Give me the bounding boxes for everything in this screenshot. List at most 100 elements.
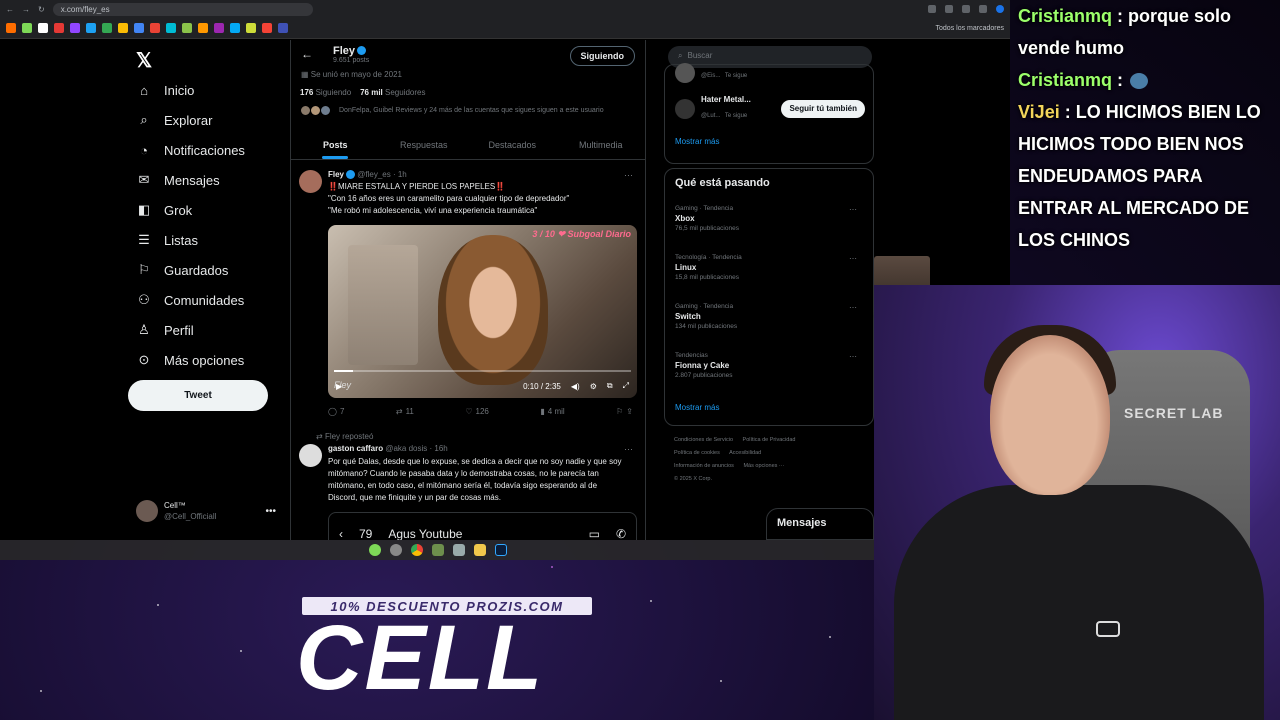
bookmark-icon[interactable] <box>150 23 160 33</box>
share-icon[interactable]: ⇪ <box>626 407 633 416</box>
profile-icon[interactable] <box>996 5 1004 13</box>
repost-button[interactable]: ⇄ 11 <box>396 407 414 416</box>
show-more-link[interactable]: Mostrar más <box>675 403 719 412</box>
sidebar-item-grok[interactable]: ◧ Grok <box>136 202 192 218</box>
follow-back-button[interactable]: Seguir tú también <box>781 99 865 118</box>
sidebar-item-notificaciones[interactable]: ◔ Notificaciones <box>136 142 245 158</box>
messages-drawer[interactable]: Mensajes <box>766 508 874 540</box>
fullscreen-icon[interactable]: ⤢ <box>623 381 629 391</box>
bookmark-icon[interactable] <box>70 23 80 33</box>
more-icon[interactable]: ⋯ <box>624 170 633 181</box>
bookmark-icon[interactable] <box>134 23 144 33</box>
back-arrow-icon[interactable]: ← <box>301 47 313 61</box>
footer-link[interactable]: Condiciones de Servicio <box>674 437 733 443</box>
more-icon[interactable]: ⋯ <box>624 444 633 455</box>
following-button[interactable]: Siguiendo <box>569 46 635 66</box>
embedded-media[interactable]: ‹ 79 Agus Youtube ▭ ✆ <box>328 512 637 540</box>
bookmark-icon[interactable] <box>22 23 32 33</box>
app-icon[interactable] <box>390 544 402 556</box>
extension-icon[interactable] <box>962 5 970 13</box>
views-button[interactable]: ▮ 4 mil <box>540 407 564 416</box>
footer-link[interactable]: Información de anuncios <box>674 463 734 469</box>
extension-icon[interactable] <box>945 5 953 13</box>
footer-link[interactable]: Más opciones ··· <box>743 463 784 469</box>
post-time: · 1h <box>392 170 407 179</box>
bookmark-icon[interactable] <box>38 23 48 33</box>
footer-link[interactable]: Accesibilidad <box>729 450 761 456</box>
profile-name-row: Fley <box>333 45 369 57</box>
sidebar-item-explorar[interactable]: ⌕ Explorar <box>136 112 212 128</box>
bookmark-icon[interactable] <box>118 23 128 33</box>
mutual-followers[interactable]: DonFelpa, Guibel Reviews y 24 más de las… <box>300 105 604 116</box>
address-bar[interactable]: x.com/fley_es <box>52 2 313 16</box>
sidebar-item-inicio[interactable]: ⌂ Inicio <box>136 82 194 98</box>
reply-button[interactable]: ◯ 7 <box>328 407 344 416</box>
bookmark-icon[interactable] <box>198 23 208 33</box>
more-icon[interactable]: ⋯ <box>849 352 857 361</box>
trend-item[interactable]: Gaming · Tendencia Switch 134 mil public… <box>675 303 865 330</box>
reload-icon[interactable]: ↻ <box>38 5 45 14</box>
settings-icon[interactable]: ⚙ <box>590 382 597 391</box>
sidebar-item-guardados[interactable]: ⚐ Guardados <box>136 262 228 278</box>
footer-link[interactable]: Política de Privacidad <box>743 437 796 443</box>
post-author[interactable]: gaston caffaro <box>328 444 383 453</box>
tab-multimedia[interactable]: Multimedia <box>557 134 646 159</box>
trend-item[interactable]: Tecnología · Tendencia Linux 15,8 mil pu… <box>675 254 865 281</box>
app-icon[interactable] <box>432 544 444 556</box>
following-link[interactable]: 176 Siguiendo <box>300 88 351 97</box>
app-icon[interactable] <box>369 544 381 556</box>
more-icon[interactable]: ⋯ <box>849 303 857 312</box>
sidebar-item-mensajes[interactable]: ✉ Mensajes <box>136 172 220 188</box>
bookmark-icon[interactable] <box>278 23 288 33</box>
volume-icon[interactable]: ◀) <box>571 382 580 391</box>
more-icon[interactable]: ⋯ <box>849 254 857 263</box>
more-icon[interactable]: ••• <box>265 506 276 517</box>
tab-posts[interactable]: Posts <box>291 134 380 159</box>
bookmark-icon[interactable] <box>86 23 96 33</box>
extension-icon[interactable] <box>979 5 987 13</box>
footer-link[interactable]: Política de cookies <box>674 450 720 456</box>
sidebar-item-comunidades[interactable]: ⚇ Comunidades <box>136 292 244 308</box>
bookmark-icon[interactable] <box>54 23 64 33</box>
play-icon[interactable]: ▶ <box>336 382 342 391</box>
joined-date: ▦ Se unió en mayo de 2021 <box>301 70 402 79</box>
bookmark-icon[interactable] <box>230 23 240 33</box>
post-author[interactable]: Fley <box>328 170 344 179</box>
folder-icon[interactable] <box>474 544 486 556</box>
all-bookmarks-label[interactable]: Todos los marcadores <box>936 25 1004 32</box>
video-player[interactable]: 3 / 10 ❤ Subgoal Diario Fley ▶ 0:10 / 2:… <box>328 225 637 398</box>
bookmark-icon[interactable] <box>214 23 224 33</box>
trend-item[interactable]: Tendencias Fionna y Cake 2.807 publicaci… <box>675 352 865 379</box>
more-icon[interactable]: ⋯ <box>849 205 857 214</box>
tweet-button[interactable]: Tweet <box>128 380 268 411</box>
photoshop-icon[interactable] <box>495 544 507 556</box>
video-progress-bar[interactable] <box>334 370 631 372</box>
tab-respuestas[interactable]: Respuestas <box>380 134 469 159</box>
follow-suggestion[interactable]: @Eis... Te sigue <box>675 63 865 83</box>
chrome-icon[interactable] <box>411 544 423 556</box>
extension-icon[interactable] <box>928 5 936 13</box>
like-button[interactable]: ♡ 126 <box>465 407 489 416</box>
bookmark-icon[interactable] <box>262 23 272 33</box>
sidebar-item-perfil[interactable]: ♙ Perfil <box>136 322 193 338</box>
sidebar-item-mas-opciones[interactable]: ⊙ Más opciones <box>136 352 245 368</box>
back-icon[interactable]: ← <box>6 5 14 14</box>
tab-destacados[interactable]: Destacados <box>468 134 557 159</box>
bookmark-icon[interactable] <box>182 23 192 33</box>
pip-icon[interactable]: ⧉ <box>607 381 613 391</box>
sidebar-item-listas[interactable]: ☰ Listas <box>136 232 198 248</box>
bookmark-button[interactable]: ⚐ ⇪ <box>616 407 633 416</box>
app-icon[interactable] <box>453 544 465 556</box>
trend-item[interactable]: Gaming · Tendencia Xbox 76,5 mil publica… <box>675 205 865 232</box>
forward-icon[interactable]: → <box>22 5 30 14</box>
bookmark-icon[interactable] <box>166 23 176 33</box>
show-more-link[interactable]: Mostrar más <box>675 137 719 146</box>
bookmark-icon[interactable] <box>102 23 112 33</box>
follow-suggestion[interactable]: Hater Metal... @Lut... Te sigue Seguir t… <box>675 95 865 122</box>
bookmark-icon[interactable] <box>6 23 16 33</box>
chat-message: ViJei : LO HICIMOS BIEN LO HICIMOS TODO … <box>1018 96 1274 256</box>
x-logo-icon[interactable]: 𝕏 <box>136 48 152 73</box>
followers-link[interactable]: 76 mil Seguidores <box>360 88 425 97</box>
bookmark-icon[interactable] <box>246 23 256 33</box>
account-switcher[interactable]: Cell™ @Cell_Officiall ••• <box>136 500 276 522</box>
